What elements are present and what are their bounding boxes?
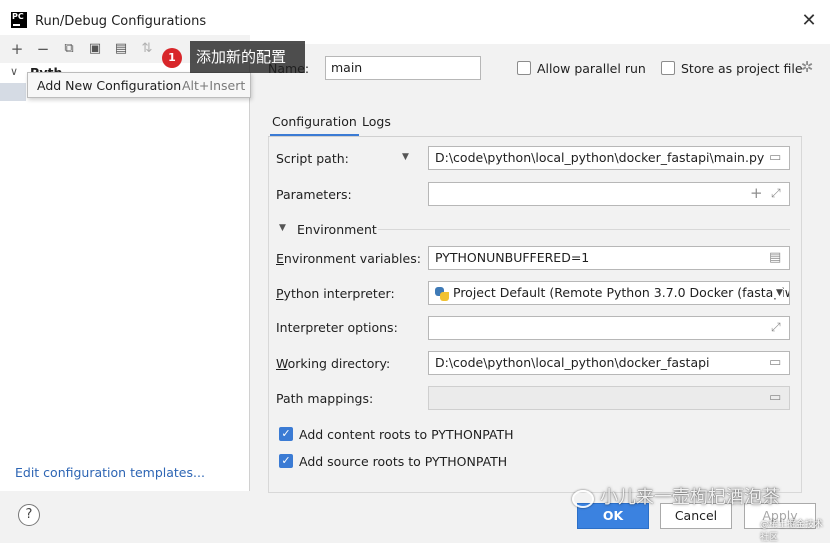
sort-configurations-button[interactable]: ⇅	[137, 40, 157, 58]
script-type-dropdown-arrow-icon[interactable]: ▼	[402, 152, 409, 162]
python-interpreter-label: Python interpreter:	[276, 286, 395, 301]
chevron-down-icon[interactable]: ▼	[773, 288, 783, 298]
remove-configuration-button[interactable]: −	[33, 40, 53, 58]
window-title: Run/Debug Configurations	[35, 14, 207, 29]
wechat-logo-icon	[572, 490, 594, 508]
annotation-number-badge: 1	[162, 48, 182, 68]
list-icon[interactable]: ▤	[769, 250, 781, 265]
parameters-label: Parameters:	[276, 187, 352, 202]
pycharm-app-icon: PC	[11, 12, 27, 28]
folder-icon[interactable]: ▭	[769, 150, 781, 165]
allow-parallel-run-checkbox[interactable]	[517, 61, 531, 75]
expand-icon[interactable]: ⤢	[771, 320, 781, 335]
watermark-text: 小儿来一壶枸杞酒泡茶	[600, 487, 780, 508]
collapse-triangle-icon[interactable]: ▼	[279, 223, 286, 233]
interpreter-options-label: Interpreter options:	[276, 320, 398, 335]
store-as-project-file-checkbox[interactable]	[661, 61, 675, 75]
configurations-tree-panel	[0, 35, 250, 491]
gear-icon[interactable]: ✲	[799, 59, 815, 75]
allow-parallel-run-label: Allow parallel run	[537, 61, 646, 76]
save-configuration-button[interactable]: ▣	[85, 40, 105, 58]
name-label: Name:	[268, 61, 310, 76]
help-button[interactable]: ?	[18, 504, 40, 526]
name-input[interactable]: main	[325, 56, 481, 80]
script-path-input[interactable]: D:\code\python\local_python\docker_fasta…	[428, 146, 790, 170]
chevron-down-icon[interactable]: ∨	[10, 65, 18, 78]
script-path-label: Script path:	[276, 151, 349, 166]
parameters-input[interactable]: + ⤢	[428, 182, 790, 206]
working-directory-value: D:\code\python\local_python\docker_fasta…	[435, 355, 710, 370]
copy-configuration-button[interactable]: ⧉	[59, 40, 79, 58]
add-content-roots-label: Add content roots to PYTHONPATH	[299, 427, 514, 442]
environment-section-title: Environment	[297, 222, 377, 237]
environment-variables-label: Environment variables:	[276, 251, 421, 266]
environment-variables-input[interactable]: PYTHONUNBUFFERED=1 ▤	[428, 246, 790, 270]
python-icon	[435, 287, 449, 301]
python-interpreter-select[interactable]: Project Default (Remote Python 3.7.0 Doc…	[428, 281, 790, 305]
working-directory-input[interactable]: D:\code\python\local_python\docker_fasta…	[428, 351, 790, 375]
path-mappings-input: ▭	[428, 386, 790, 410]
folder-icon: ▭	[769, 390, 782, 405]
selected-tree-row[interactable]	[0, 83, 26, 101]
store-as-project-file-label: Store as project file	[681, 61, 803, 76]
tab-logs[interactable]: Logs	[360, 114, 393, 129]
folder-icon[interactable]: ▭	[769, 355, 781, 370]
add-content-roots-checkbox[interactable]: ✓	[279, 427, 293, 441]
interpreter-options-input[interactable]: ⤢	[428, 316, 790, 340]
add-source-roots-checkbox[interactable]: ✓	[279, 454, 293, 468]
new-folder-button[interactable]: ▤	[111, 40, 131, 58]
edit-configuration-templates-link[interactable]: Edit configuration templates...	[15, 465, 205, 480]
tooltip-label: Add New Configuration	[37, 78, 182, 93]
section-divider	[378, 229, 790, 230]
path-mappings-label: Path mappings:	[276, 391, 374, 406]
environment-variables-value: PYTHONUNBUFFERED=1	[435, 250, 590, 265]
tooltip-shortcut: Alt+Insert	[182, 78, 246, 93]
add-configuration-button[interactable]: +	[7, 40, 27, 58]
expand-icon[interactable]: ⤢	[771, 186, 781, 201]
python-interpreter-value: Project Default (Remote Python 3.7.0 Doc…	[453, 285, 790, 300]
plus-icon[interactable]: +	[750, 184, 763, 202]
tab-configuration[interactable]: Configuration	[270, 114, 359, 137]
add-configuration-tooltip: Add New Configuration Alt+Insert	[27, 72, 251, 98]
script-path-value: D:\code\python\local_python\docker_fasta…	[435, 150, 765, 165]
working-directory-label: Working directory:	[276, 356, 391, 371]
watermark-small-text: @稀土掘金技术社区	[760, 520, 824, 543]
add-source-roots-label: Add source roots to PYTHONPATH	[299, 454, 508, 469]
close-icon[interactable]: ✕	[798, 10, 820, 32]
